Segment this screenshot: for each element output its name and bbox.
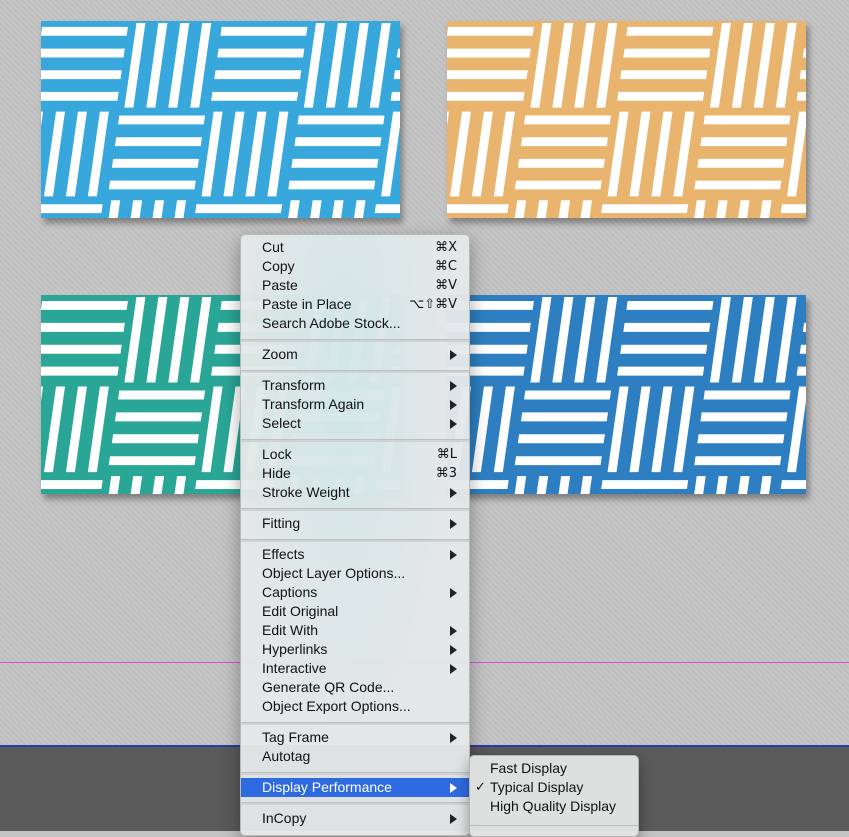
submenu-arrow-icon	[450, 664, 457, 674]
weave-pattern-image	[447, 295, 806, 494]
menu-item-label: Zoom	[262, 345, 298, 364]
menu-item-label: Effects	[262, 545, 305, 564]
menu-item-autotag[interactable]: Autotag	[241, 747, 469, 766]
checkmark-icon: ✓	[475, 778, 486, 797]
menu-item-label: Transform Again	[262, 395, 364, 414]
menu-item-display-performance[interactable]: Display Performance	[241, 778, 469, 797]
weave-pattern-image	[41, 21, 400, 218]
submenu-arrow-icon	[450, 519, 457, 529]
menu-item-label: Search Adobe Stock...	[262, 314, 401, 333]
menu-item-hide[interactable]: Hide ⌘3	[241, 464, 469, 483]
menu-item-label: InCopy	[262, 809, 306, 828]
menu-item-transform[interactable]: Transform	[241, 376, 469, 395]
menu-item-object-export-options[interactable]: Object Export Options...	[241, 697, 469, 716]
submenu-item-fast-display[interactable]: Fast Display	[470, 759, 638, 778]
menu-item-paste[interactable]: Paste ⌘V	[241, 276, 469, 295]
menu-item-select[interactable]: Select	[241, 414, 469, 433]
menu-item-captions[interactable]: Captions	[241, 583, 469, 602]
menu-item-label: Generate QR Code...	[262, 678, 394, 697]
menu-item-label: Copy	[262, 257, 295, 276]
display-performance-submenu: Fast Display ✓ Typical Display High Qual…	[469, 755, 639, 837]
menu-item-generate-qr-code[interactable]: Generate QR Code...	[241, 678, 469, 697]
menu-item-label: Stroke Weight	[262, 483, 350, 502]
submenu-arrow-icon	[450, 814, 457, 824]
submenu-arrow-icon	[450, 350, 457, 360]
menu-item-edit-with[interactable]: Edit With	[241, 621, 469, 640]
menu-item-label: Fitting	[262, 514, 300, 533]
menu-item-label: Transform	[262, 376, 325, 395]
menu-item-label: Select	[262, 414, 301, 433]
submenu-item-label: High Quality Display	[490, 797, 616, 816]
menu-separator	[241, 802, 469, 805]
shortcut: ⌘V	[435, 276, 457, 295]
menu-separator	[241, 370, 469, 373]
menu-item-label: Object Layer Options...	[262, 564, 405, 583]
menu-item-transform-again[interactable]: Transform Again	[241, 395, 469, 414]
menu-item-label: Edit Original	[262, 602, 338, 621]
menu-separator	[470, 825, 638, 826]
card-blue[interactable]	[41, 21, 400, 218]
shortcut: ⌘C	[435, 257, 457, 276]
menu-item-lock[interactable]: Lock ⌘L	[241, 445, 469, 464]
menu-separator	[241, 772, 469, 775]
menu-item-interactive[interactable]: Interactive	[241, 659, 469, 678]
submenu-item-label: Typical Display	[490, 778, 583, 797]
submenu-arrow-icon	[450, 400, 457, 410]
menu-item-tag-frame[interactable]: Tag Frame	[241, 728, 469, 747]
menu-item-object-layer-options[interactable]: Object Layer Options...	[241, 564, 469, 583]
submenu-arrow-icon	[450, 588, 457, 598]
menu-item-edit-original[interactable]: Edit Original	[241, 602, 469, 621]
shortcut: ⌘3	[436, 464, 457, 483]
submenu-arrow-icon	[450, 381, 457, 391]
menu-item-stroke-weight[interactable]: Stroke Weight	[241, 483, 469, 502]
menu-item-label: Object Export Options...	[262, 697, 411, 716]
menu-item-label: Interactive	[262, 659, 327, 678]
menu-item-zoom[interactable]: Zoom	[241, 345, 469, 364]
submenu-arrow-icon	[450, 419, 457, 429]
submenu-item-high-quality-display[interactable]: High Quality Display	[470, 797, 638, 816]
submenu-arrow-icon	[450, 488, 457, 498]
card-orange[interactable]	[447, 21, 806, 218]
menu-item-label: Paste in Place	[262, 295, 352, 314]
shortcut: ⌥⇧⌘V	[409, 295, 457, 314]
menu-item-label: Paste	[262, 276, 298, 295]
menu-item-label: Captions	[262, 583, 317, 602]
submenu-item-typical-display[interactable]: ✓ Typical Display	[470, 778, 638, 797]
menu-item-label: Display Performance	[262, 778, 392, 797]
menu-item-label: Lock	[262, 445, 292, 464]
menu-separator	[241, 439, 469, 442]
menu-separator	[241, 339, 469, 342]
menu-item-search-adobe-stock[interactable]: Search Adobe Stock...	[241, 314, 469, 333]
menu-item-paste-in-place[interactable]: Paste in Place ⌥⇧⌘V	[241, 295, 469, 314]
menu-item-hyperlinks[interactable]: Hyperlinks	[241, 640, 469, 659]
menu-item-incopy[interactable]: InCopy	[241, 809, 469, 828]
menu-item-label: Cut	[262, 238, 284, 257]
submenu-item-label: Fast Display	[490, 759, 567, 778]
menu-item-label: Hide	[262, 464, 291, 483]
menu-item-cut[interactable]: Cut ⌘X	[241, 238, 469, 257]
context-menu: Cut ⌘X Copy ⌘C Paste ⌘V Paste in Place ⌥…	[240, 234, 470, 836]
card-dark-blue[interactable]	[447, 295, 806, 494]
menu-item-effects[interactable]: Effects	[241, 545, 469, 564]
submenu-arrow-icon	[450, 645, 457, 655]
shortcut: ⌘L	[437, 445, 457, 464]
menu-item-label: Edit With	[262, 621, 318, 640]
menu-item-label: Autotag	[262, 747, 310, 766]
submenu-arrow-icon	[450, 733, 457, 743]
menu-separator	[241, 539, 469, 542]
weave-pattern-image	[447, 21, 806, 218]
menu-item-label: Tag Frame	[262, 728, 329, 747]
menu-item-label: Hyperlinks	[262, 640, 327, 659]
menu-separator	[241, 722, 469, 725]
shortcut: ⌘X	[435, 238, 457, 257]
submenu-arrow-icon	[450, 626, 457, 636]
submenu-arrow-icon	[450, 783, 457, 793]
menu-separator	[241, 508, 469, 511]
menu-item-fitting[interactable]: Fitting	[241, 514, 469, 533]
menu-item-copy[interactable]: Copy ⌘C	[241, 257, 469, 276]
submenu-arrow-icon	[450, 550, 457, 560]
